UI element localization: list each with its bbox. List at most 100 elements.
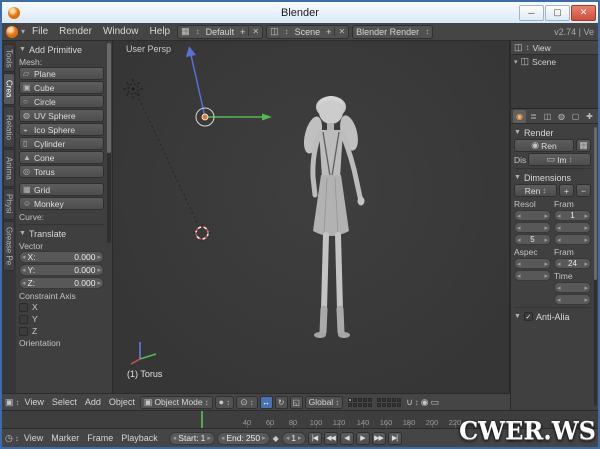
increment-arrow-icon[interactable]: ▸ — [207, 434, 211, 442]
decrement-arrow-icon[interactable]: ◂ — [517, 260, 521, 268]
decrement-arrow-icon[interactable]: ◂ — [22, 279, 26, 287]
layer-cell[interactable] — [382, 398, 386, 402]
menu-render[interactable]: Render — [55, 25, 96, 38]
menu-help[interactable]: Help — [146, 25, 175, 38]
play-button[interactable]: ▶ — [356, 432, 370, 445]
increment-arrow-icon[interactable]: ▸ — [544, 236, 548, 244]
layer-cell[interactable] — [358, 398, 362, 402]
increment-arrow-icon[interactable]: ▸ — [584, 236, 588, 244]
layer-cell[interactable] — [358, 403, 362, 407]
layer-cell[interactable] — [348, 403, 352, 407]
viewport-canvas[interactable]: User Persp (1) Torus — [113, 41, 510, 393]
scene-remove-button[interactable]: ✕ — [334, 27, 348, 36]
tab-render-icon[interactable]: ◉ — [513, 110, 526, 123]
translate-gizmo[interactable] — [186, 46, 272, 126]
scene-add-button[interactable]: + — [323, 27, 334, 37]
orientation-value[interactable]: Global — [309, 397, 334, 407]
snap-dropdown-icon[interactable]: ↕ — [415, 398, 419, 407]
tab-constraints-icon[interactable]: ✚ — [583, 110, 596, 123]
add-torus-button[interactable]: ◎Torus — [19, 165, 104, 178]
layers-widget[interactable] — [348, 398, 401, 407]
preset-add-button[interactable]: + — [559, 184, 574, 197]
decrement-arrow-icon[interactable]: ◂ — [517, 236, 521, 244]
add-plane-button[interactable]: ▱Plane — [19, 67, 104, 80]
layer-cell[interactable] — [368, 398, 372, 402]
increment-arrow-icon[interactable]: ▸ — [262, 434, 266, 442]
render-engine-selector[interactable]: Blender Render ↕ — [352, 25, 433, 39]
decrement-arrow-icon[interactable]: ◂ — [557, 296, 561, 304]
layer-cell[interactable] — [392, 403, 396, 407]
titlebar[interactable]: Blender ─ ▢ ✕ — [2, 2, 598, 23]
manipulator-rotate-toggle[interactable]: ↻ — [275, 396, 288, 409]
increment-arrow-icon[interactable]: ▸ — [584, 212, 588, 220]
decrement-arrow-icon[interactable]: ◂ — [557, 224, 561, 232]
resolution-percent-field[interactable]: ◂5▸ — [514, 234, 551, 245]
frame-step-field[interactable]: ◂▸ — [554, 234, 591, 245]
frame-start-field[interactable]: ◂1▸ — [554, 210, 591, 221]
increment-arrow-icon[interactable]: ▸ — [584, 296, 588, 304]
increment-arrow-icon[interactable]: ▸ — [544, 212, 548, 220]
engine-value[interactable]: Blender Render — [353, 27, 422, 37]
add-cylinder-button[interactable]: ▯Cylinder — [19, 137, 104, 150]
layer-cell[interactable] — [397, 398, 401, 402]
decrement-arrow-icon[interactable]: ◂ — [286, 434, 290, 442]
render-opengl-still-icon[interactable]: ◉ — [421, 397, 429, 408]
time-old-field[interactable]: ◂▸ — [554, 282, 591, 293]
render-still-button[interactable]: ◉ Ren — [514, 139, 574, 152]
blender-menu-icon[interactable] — [6, 26, 18, 38]
close-button[interactable]: ✕ — [571, 5, 596, 21]
tab-object-icon[interactable]: ▢ — [569, 110, 582, 123]
preset-value[interactable]: Ren — [525, 186, 541, 196]
tool-shelf-scrollbar[interactable] — [107, 43, 111, 243]
add-ico-sphere-button[interactable]: ◒Ico Sphere — [19, 123, 104, 136]
layer-cell[interactable] — [397, 403, 401, 407]
layer-cell[interactable] — [387, 398, 391, 402]
scene-value[interactable]: Scene — [292, 27, 324, 37]
tab-animation[interactable]: Anima — [3, 149, 15, 187]
editor-type-3dview-icon[interactable]: ▣ — [5, 397, 14, 408]
layer-cell[interactable] — [382, 403, 386, 407]
resolution-y-field[interactable]: ◂▸ — [514, 222, 551, 233]
increment-arrow-icon[interactable]: ▸ — [584, 224, 588, 232]
constraint-y-checkbox[interactable] — [19, 315, 28, 324]
increment-arrow-icon[interactable]: ▸ — [584, 260, 588, 268]
screen-layout-selector[interactable]: ▦ ↕ Default + ✕ — [177, 25, 263, 39]
render-preset-dropdown[interactable]: Ren ↕ — [514, 184, 557, 197]
outliner-item-label[interactable]: Scene — [532, 57, 556, 67]
anti-aliasing-checkbox[interactable]: ✓ — [524, 312, 533, 321]
render-opengl-anim-icon[interactable]: ▭ — [431, 397, 440, 408]
translate-x-field[interactable]: ◂ X: 0.000 ▸ — [19, 251, 104, 263]
viewport-menu-add[interactable]: Add — [82, 397, 104, 407]
panel-add-primitive-header[interactable]: ▼ Add Primitive — [19, 43, 104, 56]
layer-cell[interactable] — [377, 403, 381, 407]
tab-render-layers-icon[interactable]: ≣ — [527, 110, 540, 123]
decrement-arrow-icon[interactable]: ◂ — [517, 224, 521, 232]
decrement-arrow-icon[interactable]: ◂ — [221, 434, 225, 442]
render-animation-button[interactable]: ▦ — [576, 139, 591, 152]
outliner-item-scene[interactable]: ▾ ◫ Scene — [511, 55, 598, 68]
play-reverse-button[interactable]: ◀ — [340, 432, 354, 445]
add-uv-sphere-button[interactable]: ◍UV Sphere — [19, 109, 104, 122]
layer-cell[interactable] — [363, 398, 367, 402]
increment-arrow-icon[interactable]: ▸ — [584, 284, 588, 292]
frame-rate-field[interactable]: ◂24▸ — [554, 258, 591, 269]
decrement-arrow-icon[interactable]: ◂ — [557, 260, 561, 268]
increment-arrow-icon[interactable]: ▸ — [97, 266, 101, 274]
add-monkey-button[interactable]: ☺Monkey — [19, 197, 104, 210]
layer-cell[interactable] — [353, 403, 357, 407]
editor-type-timeline-icon[interactable]: ◷ — [5, 433, 13, 444]
current-frame-indicator[interactable] — [201, 411, 203, 428]
aspect-x-field[interactable]: ◂▸ — [514, 258, 551, 269]
panel-anti-aliasing-header[interactable]: ▼ ✓ Anti-Alia — [514, 310, 591, 323]
start-frame-field[interactable]: ◂ Start: 1 ▸ — [169, 432, 215, 445]
decrement-arrow-icon[interactable]: ◂ — [557, 212, 561, 220]
increment-arrow-icon[interactable]: ▸ — [97, 253, 101, 261]
outliner-menu-view[interactable]: View — [533, 43, 551, 53]
manipulator-scale-toggle[interactable]: ◱ — [290, 396, 303, 409]
layout-value[interactable]: Default — [203, 27, 238, 37]
resolution-x-field[interactable]: ◂▸ — [514, 210, 551, 221]
next-keyframe-button[interactable]: ▶▶ — [372, 432, 386, 445]
timeline-menu-view[interactable]: View — [21, 433, 46, 443]
current-frame-field[interactable]: ◂ 1 ▸ — [282, 432, 306, 445]
timeline-menu-frame[interactable]: Frame — [84, 433, 116, 443]
